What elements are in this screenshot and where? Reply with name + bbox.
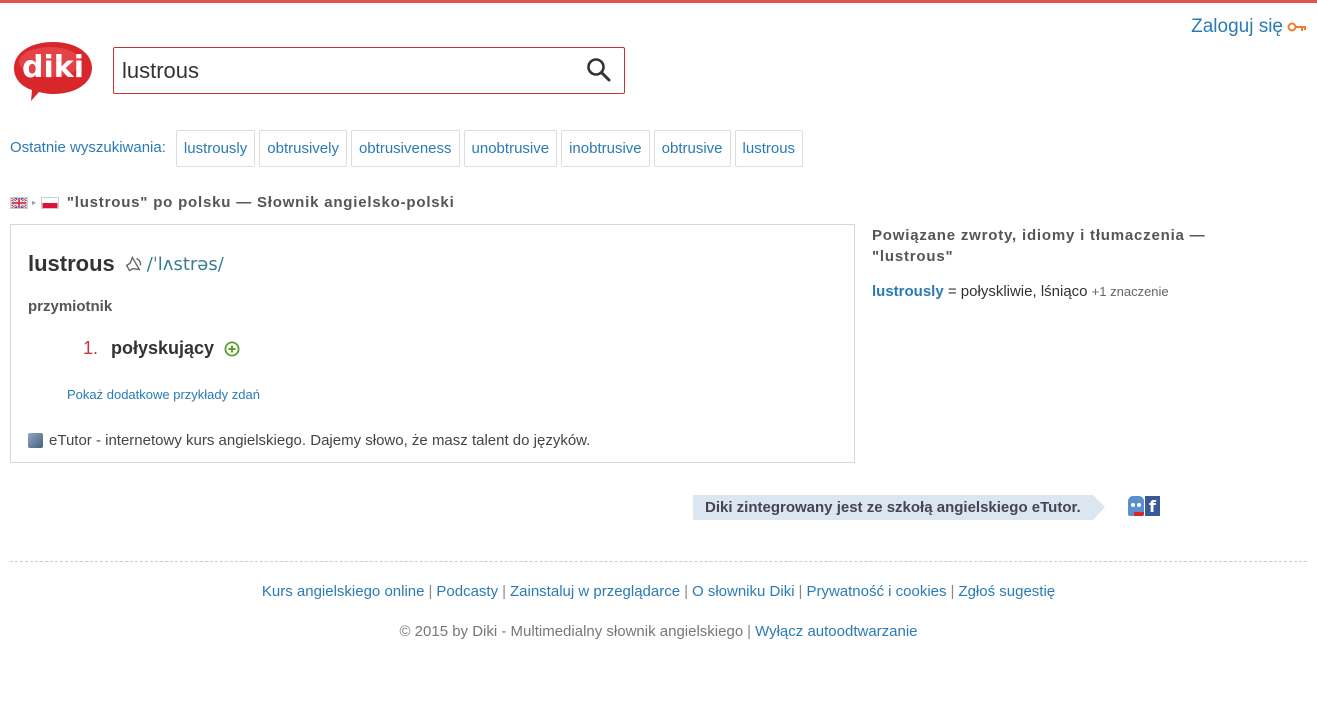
copyright-text: © 2015 by Diki - Multimedialny słownik a… <box>399 623 744 640</box>
etutor-book-icon <box>28 433 43 448</box>
meaning-number: 1. <box>83 338 99 358</box>
recent-search-item[interactable]: inobtrusive <box>561 130 650 167</box>
footer-link-privacy[interactable]: Prywatność i cookies <box>806 583 946 600</box>
footer-links: Kurs angielskiego online | Podcasty | Zainst… <box>0 583 1317 600</box>
related-phrases: Powiązane zwroty, idiomy i tłumaczenia —… <box>872 225 1272 300</box>
recent-search-item[interactable]: obtrusiveness <box>350 130 460 167</box>
pl-flag-icon <box>40 196 59 209</box>
recent-search-item[interactable]: obtrusive <box>653 130 731 167</box>
search-box[interactable] <box>113 47 625 94</box>
dictionary-entry: lustrous /ˈlʌstrəs/ przymiotnik 1. połys… <box>10 224 855 463</box>
etutor-promo[interactable]: eTutor - internetowy kurs angielskiego. … <box>28 432 590 449</box>
footer-link-podcasts[interactable]: Podcasty <box>436 583 498 600</box>
etutor-integration-banner[interactable]: Diki zintegrowany jest ze szkołą angiels… <box>693 495 1105 520</box>
uk-flag-icon <box>10 196 28 209</box>
footer-divider <box>10 561 1307 562</box>
related-phrases-title: Powiązane zwroty, idiomy i tłumaczenia —… <box>872 227 1206 265</box>
related-extra-meanings: +1 znaczenie <box>1091 284 1169 299</box>
etutor-promo-text[interactable]: eTutor - internetowy kurs angielskiego. … <box>49 432 590 449</box>
diki-logo[interactable]: diki <box>10 38 96 102</box>
separator: | <box>428 583 433 600</box>
audio-speaker-icon[interactable] <box>125 255 145 273</box>
footer-link-suggest[interactable]: Zgłoś sugestię <box>958 583 1055 600</box>
recent-search-item[interactable]: lustrously <box>175 130 256 167</box>
meaning-item: 1. połyskujący <box>83 338 240 359</box>
footer-link-install[interactable]: Zainstaluj w przeglądarce <box>510 583 680 600</box>
recent-search-item[interactable]: obtrusively <box>259 130 347 167</box>
recent-search-item[interactable]: lustrous <box>734 130 804 167</box>
svg-text:diki: diki <box>22 50 84 85</box>
key-icon <box>1287 22 1306 32</box>
footer-link-about[interactable]: O słowniku Diki <box>692 583 795 600</box>
separator: | <box>747 623 752 640</box>
dictionary-heading-text: "lustrous" po polsku — Słownik angielsko… <box>66 194 455 211</box>
recent-search-item[interactable]: unobtrusive <box>463 130 558 167</box>
separator: | <box>798 583 803 600</box>
phonetic-transcription: /ˈlʌstrəs/ <box>146 253 224 275</box>
headword-row: lustrous /ˈlʌstrəs/ <box>28 251 224 277</box>
etutor-icon[interactable] <box>1128 496 1144 516</box>
dictionary-heading: ▸ "lustrous" po polsku — Słownik angiels… <box>10 194 455 211</box>
social-icons: f <box>1128 496 1160 516</box>
equals-sign: = <box>947 283 957 300</box>
part-of-speech: przymiotnik <box>28 298 113 315</box>
recent-searches: Ostatnie wyszukiwania: lustrously obtrus… <box>10 130 807 167</box>
separator: | <box>502 583 506 600</box>
separator: | <box>950 583 955 600</box>
add-plus-icon[interactable] <box>224 341 240 357</box>
facebook-icon[interactable]: f <box>1145 496 1160 516</box>
arrow-right-icon: ▸ <box>32 198 37 207</box>
related-phrase-link[interactable]: lustrously <box>872 283 944 300</box>
search-input[interactable] <box>114 48 574 93</box>
login-link[interactable]: Zaloguj się <box>1191 16 1307 38</box>
recent-searches-label: Ostatnie wyszukiwania: <box>10 139 166 156</box>
meaning-text: połyskujący <box>111 338 215 358</box>
top-accent-bar <box>0 0 1317 3</box>
related-phrase-row: lustrously = połyskliwie, lśniąco +1 zna… <box>872 283 1272 300</box>
headword: lustrous <box>28 251 115 276</box>
show-more-examples-link[interactable]: Pokaż dodatkowe przykłady zdań <box>67 387 260 402</box>
search-icon[interactable] <box>586 57 612 83</box>
related-translation: połyskliwie, lśniąco <box>960 283 1088 300</box>
login-label[interactable]: Zaloguj się <box>1191 16 1283 38</box>
separator: | <box>684 583 688 600</box>
disable-autoplay-link[interactable]: Wyłącz autoodtwarzanie <box>755 623 917 640</box>
footer-link-course[interactable]: Kurs angielskiego online <box>262 583 425 600</box>
footer-copyright-row: © 2015 by Diki - Multimedialny słownik a… <box>0 623 1317 640</box>
